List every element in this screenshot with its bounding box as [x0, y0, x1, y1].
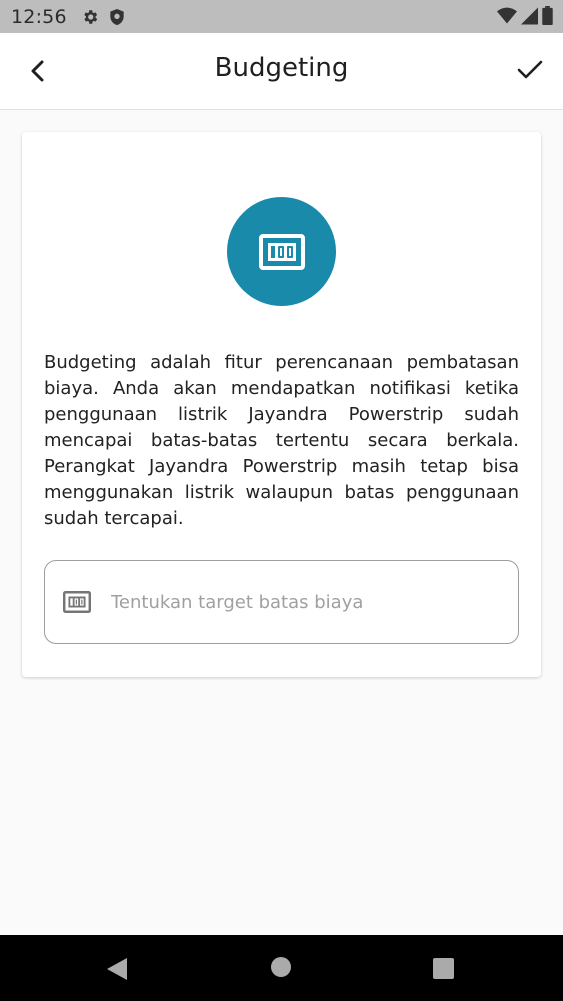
status-bar: 12:56	[0, 0, 563, 33]
budget-target-input[interactable]	[109, 590, 493, 614]
system-nav-bar	[0, 935, 563, 1001]
budget-target-field[interactable]	[44, 560, 519, 644]
money-100-icon	[258, 233, 305, 270]
settings-icon	[84, 9, 97, 24]
wifi-icon	[497, 7, 517, 24]
status-left-icons	[81, 8, 125, 26]
money-100-icon	[63, 591, 91, 613]
nav-home-icon[interactable]	[271, 957, 291, 977]
budget-badge	[227, 197, 336, 306]
budgeting-description: Budgeting adalah fitur perencanaan pemba…	[44, 352, 519, 529]
nav-back-icon[interactable]	[106, 957, 128, 981]
app-bar: Budgeting	[0, 33, 563, 110]
confirm-button[interactable]	[515, 55, 545, 85]
status-time: 12:56	[11, 5, 67, 28]
budgeting-card: Budgeting adalah fitur perencanaan pemba…	[22, 132, 541, 677]
page-title: Budgeting	[214, 53, 349, 83]
status-right-icons	[497, 6, 553, 25]
check-icon	[517, 60, 543, 79]
shield-icon	[110, 8, 124, 25]
battery-icon	[542, 6, 553, 25]
nav-recents-icon[interactable]	[433, 958, 454, 979]
signal-icon	[521, 7, 538, 24]
